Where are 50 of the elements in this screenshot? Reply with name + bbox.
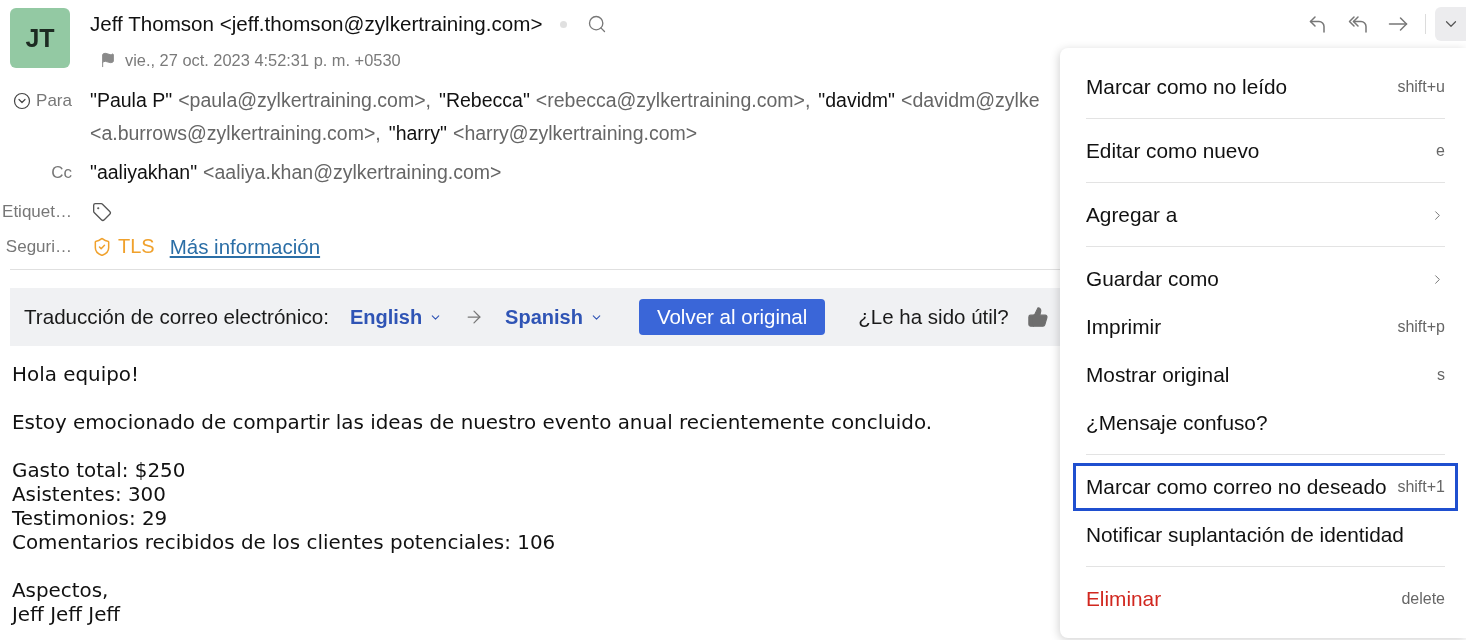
shortcut-text: shift+u (1397, 78, 1445, 96)
reply-icon[interactable] (1308, 14, 1328, 34)
revert-button[interactable]: Volver al original (638, 299, 826, 335)
recipient-name: "aaliyakhan" (90, 161, 198, 184)
source-language-dropdown[interactable]: English (349, 305, 443, 329)
target-language-dropdown[interactable]: Spanish (505, 305, 603, 329)
recipient-address: <harry@zylkertraining.com> (453, 122, 698, 145)
security-protocol: TLS (118, 235, 155, 258)
sender-address: Jeff Thomson <jeff.thomson@zylkertraining.com> (90, 12, 543, 36)
feedback-question: ¿Le ha sido útil? (858, 305, 1009, 329)
field-label: Cc (51, 162, 72, 183)
recipient-address: <a.burrows@zylkertraining.com>, (90, 122, 381, 145)
recipient-name: "Paula P" (90, 89, 173, 112)
flag-icon[interactable] (100, 52, 116, 68)
message-text: Aspectos, (12, 579, 109, 603)
shortcut-text: delete (1401, 590, 1445, 608)
message-text: Hola equipo! (12, 363, 139, 387)
field-label: Seguri… (5, 236, 72, 257)
message-text: Testimonios: 29 (12, 507, 168, 531)
tag-icon[interactable] (92, 201, 112, 222)
menu-item[interactable]: Marcar como correo no deseado shift+1 (1073, 463, 1458, 511)
date-text: vie., 27 oct. 2023 4:52:31 p. m. +0530 (125, 50, 401, 70)
field-label: Para (36, 90, 72, 111)
more-info-link[interactable]: Más información (169, 234, 321, 259)
message-text: Jeff Jeff Jeff (12, 603, 121, 627)
shortcut-text: shift+p (1397, 318, 1445, 336)
recipient-address: <aaliya.khan@zylkertraining.com> (203, 161, 502, 184)
forward-icon[interactable] (1388, 14, 1408, 34)
message-text: Asistentes: 300 (12, 483, 166, 507)
recipient-address: <paula@zylkertraining.com>, (178, 89, 431, 112)
message-text: Comentarios recibidos de los clientes potenciales: 106 (12, 531, 556, 555)
search-icon[interactable] (587, 14, 608, 34)
translation-label: Traducción de correo electrónico: (24, 305, 329, 329)
message-text: Gasto total: $250 (12, 459, 186, 483)
recipient-name: "davidm" (818, 89, 896, 112)
recipient-name: "harry" (388, 122, 448, 145)
shortcut-text: e (1436, 142, 1445, 160)
thumbs-up-icon[interactable] (1026, 306, 1049, 328)
shortcut-text: s (1437, 366, 1445, 384)
shield-check-icon (92, 236, 112, 257)
reply-all-icon[interactable] (1348, 14, 1368, 34)
recipient-address: <rebecca@zylkertraining.com>, (535, 89, 811, 112)
field-label: Etiquet… (2, 201, 72, 222)
avatar: JT (10, 8, 70, 68)
expand-icon[interactable] (13, 91, 32, 110)
recipient-address: <davidm@zylke (901, 89, 1040, 112)
shortcut-text: shift+1 (1397, 478, 1445, 496)
dot-icon (560, 20, 568, 28)
recipient-name: "Rebecca" (439, 89, 530, 112)
message-text: Estoy emocionado de compartir las ideas de nuestro evento anual recientemente concluido. (12, 411, 933, 435)
